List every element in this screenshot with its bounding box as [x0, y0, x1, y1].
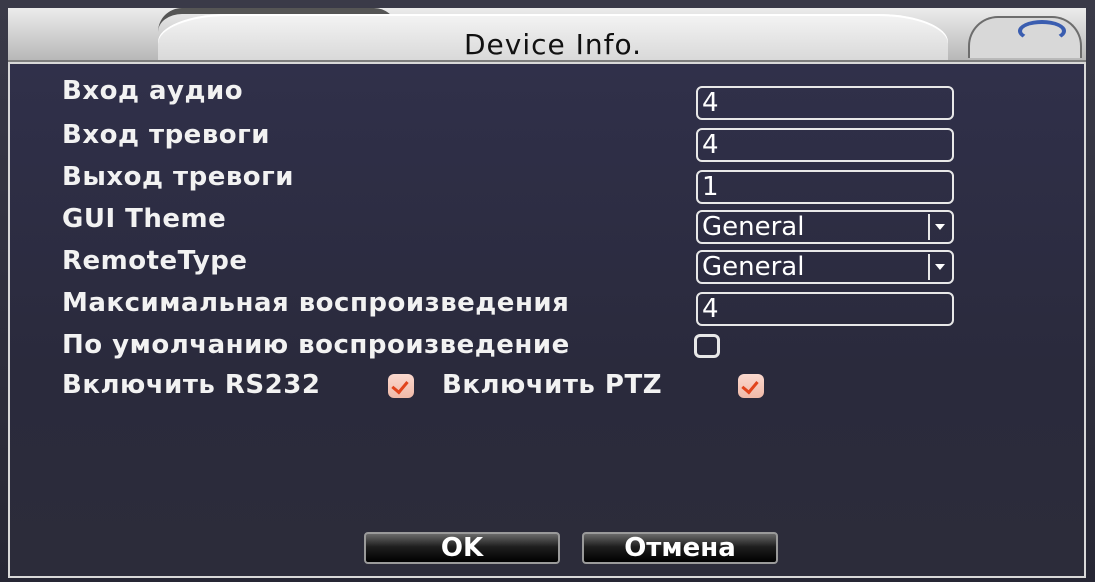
max-playback-label: Максимальная воспроизведения	[62, 288, 570, 318]
device-info-panel: Вход аудио 4 Вход тревоги 4 Выход тревог…	[8, 62, 1086, 578]
alarm-out-label: Выход тревоги	[62, 162, 294, 192]
default-playback-label: По умолчанию воспроизведение	[62, 330, 570, 360]
ptz-checkbox[interactable]	[738, 374, 764, 398]
rs232-checkbox[interactable]	[388, 374, 414, 398]
cancel-button[interactable]: Отмена	[582, 532, 778, 564]
remote-type-label: RemoteType	[62, 246, 248, 276]
gui-theme-value: General	[702, 212, 805, 242]
gui-theme-label: GUI Theme	[62, 204, 227, 234]
title-bar: Device Info.	[8, 8, 1086, 62]
default-playback-checkbox[interactable]	[694, 334, 720, 358]
remote-type-select[interactable]: General	[696, 250, 954, 284]
dialog-title: Device Info.	[463, 28, 643, 61]
chevron-down-icon[interactable]	[928, 214, 950, 240]
gui-theme-select[interactable]: General	[696, 210, 954, 244]
audio-in-label: Вход аудио	[62, 76, 244, 106]
ptz-label: Включить PTZ	[442, 370, 663, 400]
screen: Device Info. Вход аудио 4 Вход тревоги 4…	[0, 0, 1095, 582]
chevron-down-icon[interactable]	[928, 254, 950, 280]
alarm-in-field[interactable]: 4	[696, 128, 954, 162]
audio-in-field[interactable]: 4	[696, 86, 954, 120]
alarm-out-field[interactable]: 1	[696, 170, 954, 204]
title-tab: Device Info.	[158, 14, 948, 61]
circle-icon	[1018, 20, 1066, 42]
remote-type-value: General	[702, 252, 805, 282]
rs232-label: Включить RS232	[62, 370, 321, 400]
alarm-in-label: Вход тревоги	[62, 120, 270, 150]
ok-button[interactable]: OK	[364, 532, 560, 564]
max-playback-field[interactable]: 4	[696, 292, 954, 326]
